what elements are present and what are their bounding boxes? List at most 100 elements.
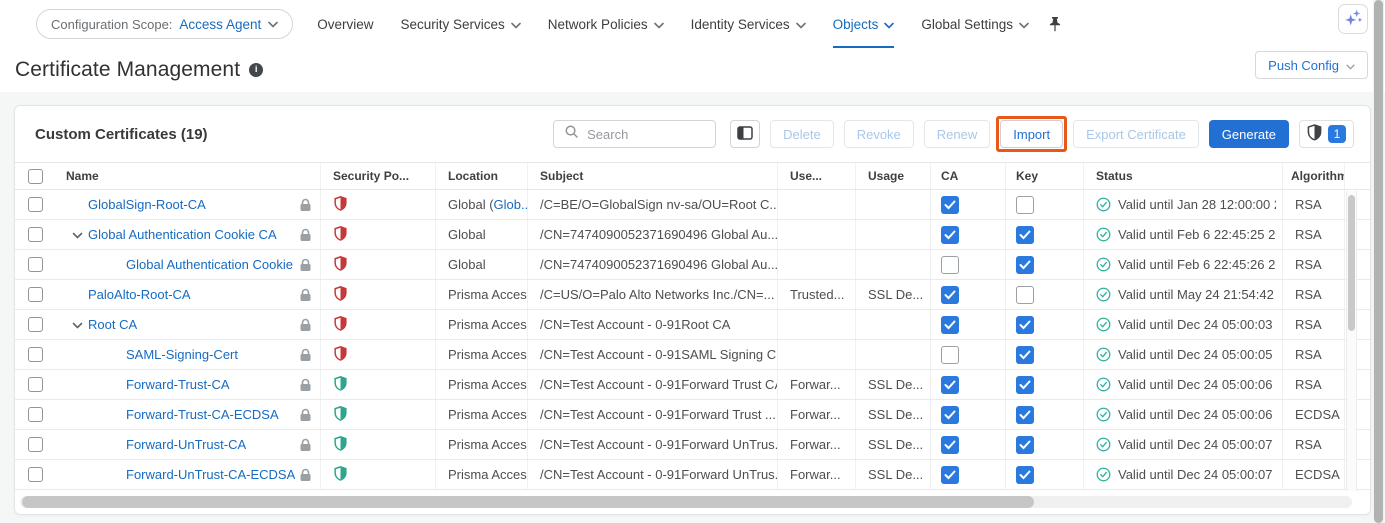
generate-button[interactable]: Generate bbox=[1209, 120, 1289, 148]
ca-checkbox[interactable] bbox=[941, 316, 959, 334]
row-checkbox[interactable] bbox=[28, 257, 43, 272]
security-policy-count-button[interactable]: 1 bbox=[1299, 120, 1354, 148]
certificate-name-link[interactable]: PaloAlto-Root-CA bbox=[88, 287, 191, 302]
configuration-scope-select[interactable]: Configuration Scope: Access Agent bbox=[36, 9, 293, 39]
horizontal-scrollbar[interactable] bbox=[20, 496, 1352, 508]
column-header-usage[interactable]: Usage bbox=[856, 163, 931, 189]
key-checkbox[interactable] bbox=[1016, 226, 1034, 244]
ca-checkbox[interactable] bbox=[941, 256, 959, 274]
key-checkbox[interactable] bbox=[1016, 436, 1034, 454]
certificate-name-link[interactable]: Forward-Trust-CA bbox=[126, 377, 230, 392]
nav-item-global-settings[interactable]: Global Settings bbox=[921, 0, 1029, 48]
delete-button[interactable]: Delete bbox=[770, 120, 834, 148]
column-header-ca[interactable]: CA bbox=[931, 163, 1006, 189]
security-policy-shield-icon bbox=[333, 255, 348, 275]
page-scrollbar[interactable] bbox=[1373, 0, 1384, 523]
certificate-name-link[interactable]: SAML-Signing-Cert bbox=[126, 347, 238, 362]
status-valid-icon bbox=[1096, 437, 1111, 452]
key-checkbox[interactable] bbox=[1016, 346, 1034, 364]
column-header-loc[interactable]: Location bbox=[436, 163, 528, 189]
certificate-name-link[interactable]: Forward-UnTrust-CA-ECDSA bbox=[126, 467, 295, 482]
use-text: Trusted... bbox=[790, 287, 844, 302]
key-checkbox[interactable] bbox=[1016, 376, 1034, 394]
usage-text: SSL De... bbox=[868, 287, 923, 302]
revoke-button[interactable]: Revoke bbox=[844, 120, 914, 148]
key-checkbox[interactable] bbox=[1016, 406, 1034, 424]
key-checkbox[interactable] bbox=[1016, 316, 1034, 334]
expand-chevron-icon[interactable] bbox=[72, 227, 83, 242]
usage-text: SSL De... bbox=[868, 437, 923, 452]
column-header-subj[interactable]: Subject bbox=[528, 163, 778, 189]
ca-checkbox[interactable] bbox=[941, 346, 959, 364]
chevron-down-icon bbox=[268, 15, 278, 33]
key-checkbox[interactable] bbox=[1016, 286, 1034, 304]
nav-item-security-services[interactable]: Security Services bbox=[401, 0, 521, 48]
nav-item-overview[interactable]: Overview bbox=[317, 0, 373, 48]
nav-item-objects[interactable]: Objects bbox=[833, 0, 895, 48]
certificate-name-link[interactable]: Root CA bbox=[88, 317, 137, 332]
certificate-name-link[interactable]: Global Authentication Cookie CA bbox=[88, 227, 277, 242]
info-icon[interactable] bbox=[249, 63, 263, 77]
security-policy-shield-icon bbox=[333, 465, 348, 485]
column-header-key[interactable]: Key bbox=[1006, 163, 1084, 189]
ca-checkbox[interactable] bbox=[941, 376, 959, 394]
search-box[interactable] bbox=[553, 120, 716, 148]
status-text: Valid until Dec 24 05:00:06 20 bbox=[1118, 407, 1276, 422]
row-checkbox[interactable] bbox=[28, 377, 43, 392]
app-window: Configuration Scope: Access Agent Overvi… bbox=[0, 0, 1385, 523]
import-button[interactable]: Import bbox=[1000, 120, 1063, 148]
status-valid-icon bbox=[1096, 407, 1111, 422]
horizontal-scrollbar-thumb[interactable] bbox=[22, 496, 1034, 508]
row-checkbox[interactable] bbox=[28, 437, 43, 452]
row-checkbox[interactable] bbox=[28, 227, 43, 242]
nav-item-identity-services[interactable]: Identity Services bbox=[691, 0, 806, 48]
certificate-name-link[interactable]: GlobalSign-Root-CA bbox=[88, 197, 206, 212]
nav-item-network-policies[interactable]: Network Policies bbox=[548, 0, 664, 48]
usage-text: SSL De... bbox=[868, 407, 923, 422]
ca-checkbox[interactable] bbox=[941, 196, 959, 214]
renew-button[interactable]: Renew bbox=[924, 120, 990, 148]
certificate-name-link[interactable]: Forward-UnTrust-CA bbox=[126, 437, 246, 452]
security-policy-shield-icon bbox=[333, 195, 348, 215]
copilot-sparkle-button[interactable] bbox=[1338, 4, 1368, 34]
algorithm-text: RSA bbox=[1295, 287, 1322, 302]
row-checkbox[interactable] bbox=[28, 317, 43, 332]
ca-checkbox[interactable] bbox=[941, 286, 959, 304]
table-vertical-scrollbar[interactable] bbox=[1346, 191, 1357, 491]
row-checkbox[interactable] bbox=[28, 347, 43, 362]
chevron-down-icon bbox=[884, 17, 894, 32]
expand-chevron-icon[interactable] bbox=[72, 317, 83, 332]
search-input[interactable] bbox=[587, 127, 697, 142]
column-header-secpo[interactable]: Security Po... bbox=[321, 163, 436, 189]
ca-checkbox[interactable] bbox=[941, 226, 959, 244]
select-all-checkbox[interactable] bbox=[28, 169, 43, 184]
row-checkbox[interactable] bbox=[28, 467, 43, 482]
ca-checkbox[interactable] bbox=[941, 406, 959, 424]
certificate-name-link[interactable]: Forward-Trust-CA-ECDSA bbox=[126, 407, 279, 422]
column-header-alg[interactable]: Algorithm bbox=[1283, 163, 1345, 189]
key-checkbox[interactable] bbox=[1016, 196, 1034, 214]
location-link[interactable]: Glob... bbox=[494, 197, 528, 212]
row-checkbox[interactable] bbox=[28, 287, 43, 302]
key-checkbox[interactable] bbox=[1016, 466, 1034, 484]
column-header-name[interactable]: Name bbox=[56, 163, 321, 189]
pin-icon[interactable] bbox=[1049, 16, 1061, 32]
row-checkbox[interactable] bbox=[28, 197, 43, 212]
push-config-button[interactable]: Push Config bbox=[1255, 51, 1368, 79]
export-certificate-button[interactable]: Export Certificate bbox=[1073, 120, 1199, 148]
table-vertical-scrollbar-thumb[interactable] bbox=[1348, 195, 1355, 331]
ca-checkbox[interactable] bbox=[941, 466, 959, 484]
algorithm-text: RSA bbox=[1295, 347, 1322, 362]
page-scrollbar-thumb[interactable] bbox=[1374, 0, 1383, 523]
column-header-status[interactable]: Status bbox=[1084, 163, 1283, 189]
column-picker-button[interactable] bbox=[730, 120, 760, 148]
ca-checkbox[interactable] bbox=[941, 436, 959, 454]
lock-icon bbox=[295, 228, 312, 242]
nav-item-label: Identity Services bbox=[691, 17, 790, 32]
certificate-name-link[interactable]: Global Authentication Cookie Cert bbox=[126, 257, 295, 272]
column-header-use[interactable]: Use... bbox=[778, 163, 856, 189]
table-row: GlobalSign-Root-CAGlobal (Glob.../C=BE/O… bbox=[15, 190, 1370, 220]
row-checkbox[interactable] bbox=[28, 407, 43, 422]
key-checkbox[interactable] bbox=[1016, 256, 1034, 274]
count-badge: 1 bbox=[1328, 125, 1346, 143]
